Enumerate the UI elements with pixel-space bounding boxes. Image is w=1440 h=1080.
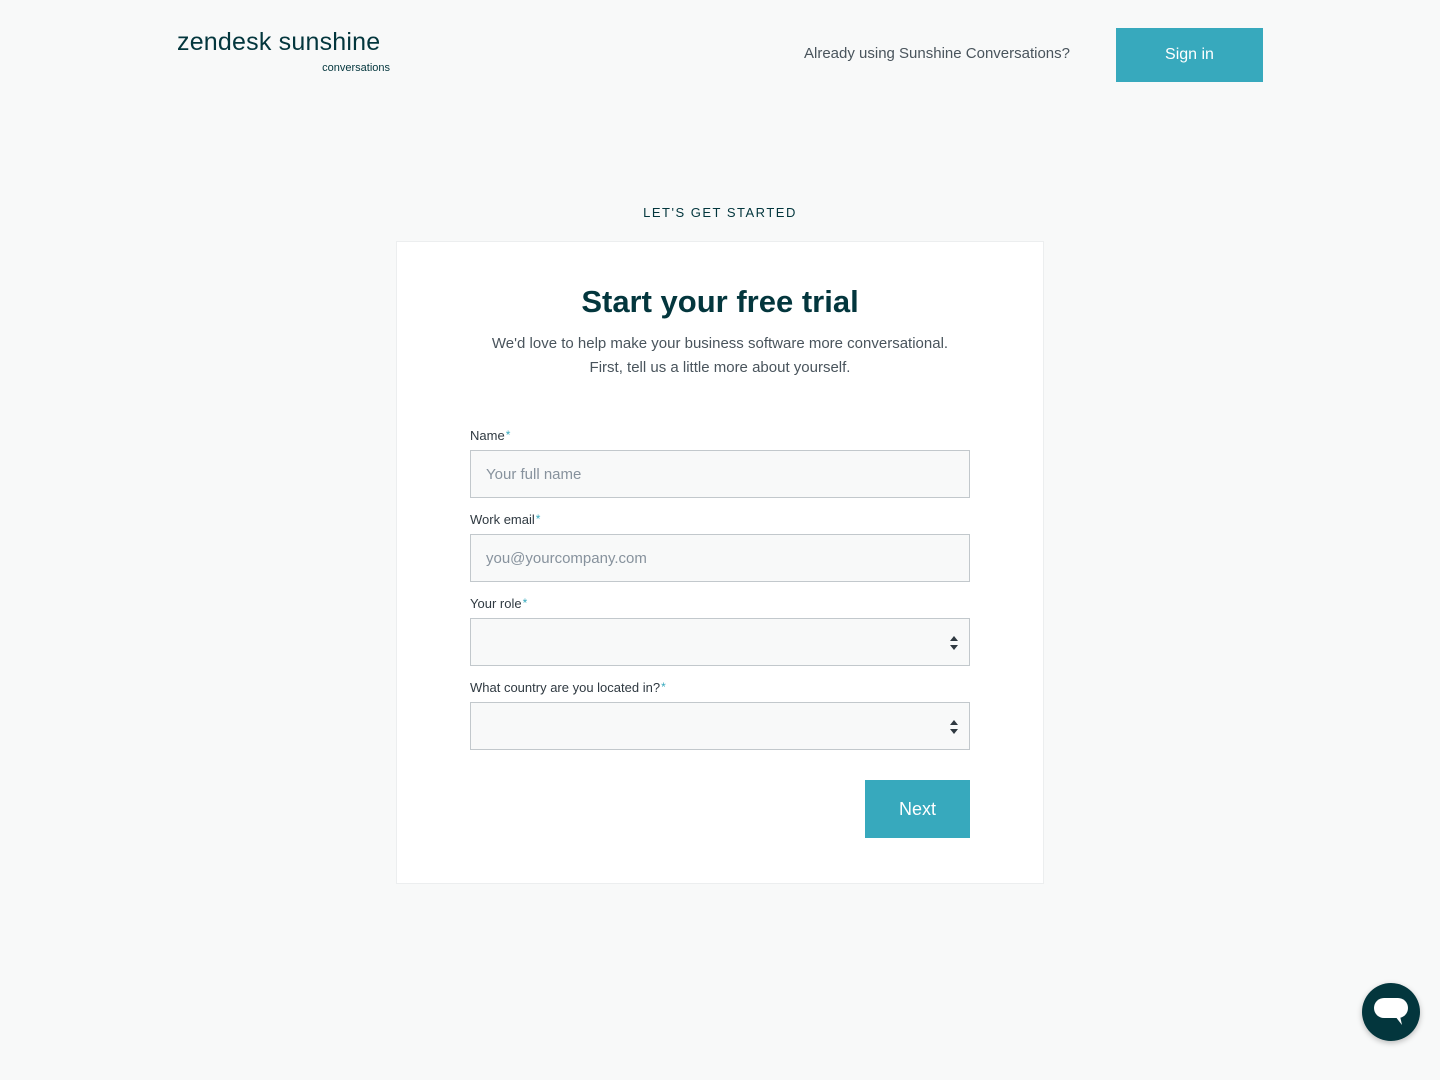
page-title: Start your free trial: [581, 284, 859, 319]
name-input[interactable]: [470, 450, 970, 498]
chat-launcher-button[interactable]: [1362, 983, 1420, 1041]
up-down-arrows-icon: [950, 720, 958, 734]
required-asterisk: *: [505, 428, 511, 442]
email-label-text: Work email: [470, 512, 535, 527]
required-asterisk: *: [522, 596, 528, 610]
role-label: Your role*: [470, 596, 527, 611]
country-select[interactable]: [470, 702, 970, 750]
chat-bubble-icon: [1374, 998, 1408, 1025]
next-button[interactable]: Next: [865, 780, 970, 838]
subtitle-line-2: First, tell us a little more about yours…: [589, 359, 851, 376]
country-label: What country are you located in?*: [470, 680, 666, 695]
card-subtitle: We'd love to help make your business sof…: [397, 332, 1043, 380]
required-asterisk: *: [661, 680, 666, 694]
work-email-input[interactable]: [470, 534, 970, 582]
sign-in-button[interactable]: Sign in: [1116, 28, 1263, 82]
zendesk-sunshine-logo[interactable]: zendesk sunshine conversations: [177, 28, 393, 78]
logo-subtitle: conversations: [322, 62, 390, 74]
already-using-text: Already using Sunshine Conversations?: [804, 45, 1070, 62]
subtitle-line-1: We'd love to help make your business sof…: [491, 335, 949, 352]
up-down-arrows-icon: [950, 636, 958, 650]
site-header: zendesk sunshine conversations Already u…: [0, 0, 1440, 110]
required-asterisk: *: [535, 512, 541, 526]
eyebrow-heading: LET'S GET STARTED: [643, 205, 797, 220]
country-label-text: What country are you located in?: [470, 680, 661, 695]
email-label: Work email*: [470, 512, 540, 527]
role-select[interactable]: [470, 618, 970, 666]
name-label: Name*: [470, 428, 510, 443]
role-label-text: Your role: [470, 596, 522, 611]
logo-wordmark: zendesk sunshine: [177, 28, 381, 56]
signup-card: Start your free trial We'd love to help …: [396, 241, 1044, 884]
name-label-text: Name: [470, 428, 505, 443]
